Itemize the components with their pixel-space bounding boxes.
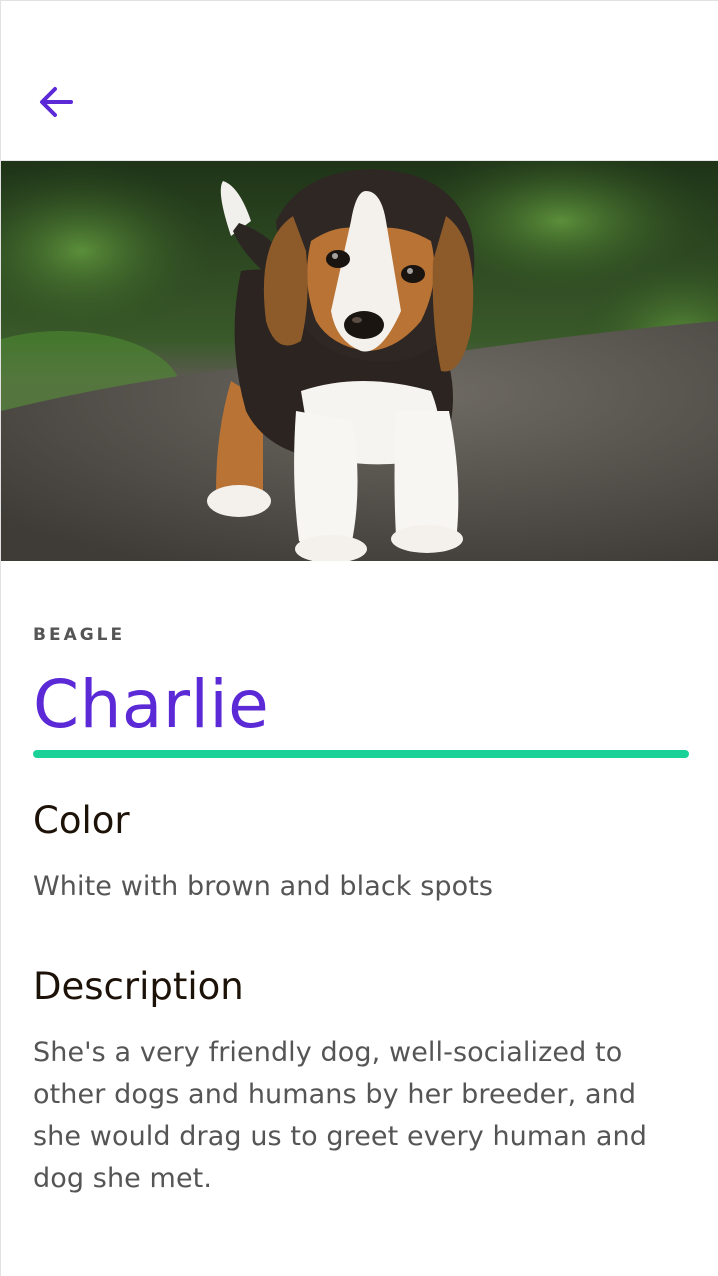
dog-photo xyxy=(1,161,718,561)
description-heading: Description xyxy=(33,965,244,1008)
dog-name: Charlie xyxy=(33,666,270,743)
breed-label: BEAGLE xyxy=(33,625,126,645)
back-button[interactable] xyxy=(27,75,85,133)
color-heading: Color xyxy=(33,799,130,842)
arrow-left-icon xyxy=(37,83,75,126)
name-underline xyxy=(33,750,689,758)
color-text: White with brown and black spots xyxy=(33,871,494,902)
app-bar xyxy=(1,1,718,161)
description-text: She's a very friendly dog, well-socializ… xyxy=(33,1037,647,1194)
